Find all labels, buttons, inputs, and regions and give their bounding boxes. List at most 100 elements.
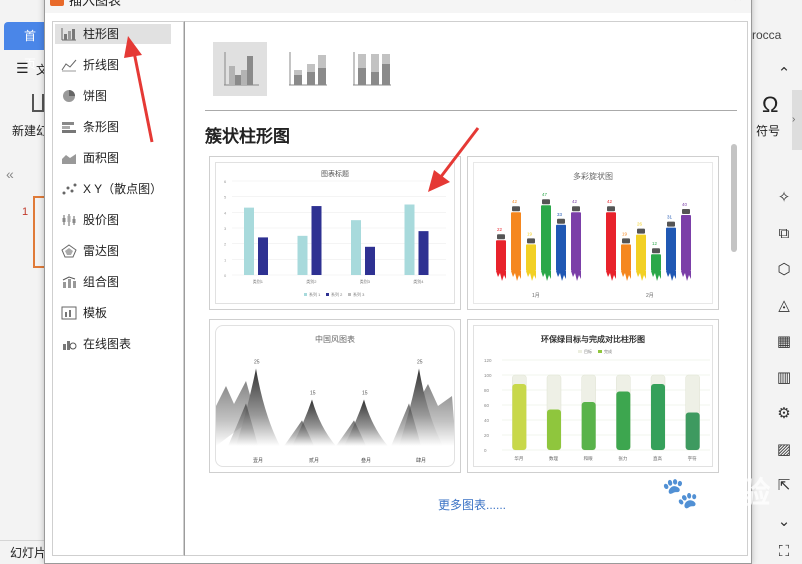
category-label: X Y（散点图） bbox=[83, 182, 163, 196]
collapse-icon[interactable]: « bbox=[6, 166, 14, 182]
bar bbox=[258, 237, 268, 275]
paint-drip bbox=[571, 271, 581, 281]
category-label: 面积图 bbox=[83, 151, 120, 165]
category-item[interactable]: 模板 bbox=[55, 303, 171, 323]
category-item[interactable]: 股价图 bbox=[55, 210, 171, 230]
share-icon[interactable]: ⇱ bbox=[776, 478, 792, 494]
category-item[interactable]: 组合图 bbox=[55, 272, 171, 292]
done-bar bbox=[651, 384, 665, 450]
data-label: 22 bbox=[497, 227, 503, 232]
status-text: 幻灯片 bbox=[10, 546, 47, 560]
paint-drip bbox=[636, 271, 646, 281]
symbol-button[interactable]: 符号 bbox=[756, 122, 780, 139]
tick-label: 1 bbox=[224, 257, 227, 262]
template-chart: 25 壹月 15 贰月 15 叁月 25 肆月 bbox=[216, 360, 454, 464]
divider bbox=[205, 110, 737, 111]
category-item[interactable]: 条形图 bbox=[55, 117, 171, 137]
subtype-percent-stacked-column[interactable] bbox=[345, 42, 399, 96]
data-label: 25 bbox=[254, 360, 260, 366]
category-label: 类别3 bbox=[360, 278, 371, 284]
chevron-down-icon[interactable]: ⌄ bbox=[776, 514, 792, 530]
legend-label: 目标 bbox=[584, 348, 592, 354]
data-label: 12 bbox=[652, 241, 658, 246]
category-label: 在线图表 bbox=[83, 337, 132, 351]
ribbon-scroll-right[interactable]: › bbox=[792, 90, 802, 150]
watermark-url: jingyan.baidu.com bbox=[622, 528, 719, 542]
category-item[interactable]: 柱形图 bbox=[55, 24, 171, 44]
legend-swatch bbox=[578, 350, 582, 353]
user-label: rocca bbox=[752, 28, 782, 42]
fill-icon[interactable]: ◬ bbox=[776, 298, 792, 314]
paint-drip bbox=[606, 271, 616, 281]
dialog-title: 插入图表 bbox=[69, 0, 122, 8]
section-title: 簇状柱形图 bbox=[205, 127, 290, 146]
chart-icon[interactable]: ▥ bbox=[776, 370, 792, 386]
category-item[interactable]: 在线图表 bbox=[55, 334, 171, 354]
scrollbar-thumb[interactable] bbox=[731, 144, 737, 252]
paint-drip bbox=[681, 271, 691, 281]
shape-icon[interactable]: ⬡ bbox=[776, 262, 792, 278]
template-green-target[interactable]: 环保绿目标与完成对比柱形图 0 20 40 60 80 100 120 目标 完成 华月 数理 和眼张… bbox=[467, 319, 719, 473]
tick-label: 5 bbox=[224, 195, 227, 200]
subtype-stacked-column[interactable] bbox=[281, 42, 335, 96]
image-icon[interactable]: ▨ bbox=[776, 442, 792, 458]
category-item[interactable]: X Y（散点图） bbox=[55, 179, 171, 199]
data-label: 42 bbox=[512, 199, 518, 204]
done-bar bbox=[512, 384, 527, 450]
template-chart: 0 20 40 60 80 100 120 目标 完成华月 数理 和眼 张力 直高 字符 bbox=[484, 348, 710, 462]
pie-chart-icon bbox=[61, 89, 77, 103]
sparkle-icon[interactable]: ✧ bbox=[776, 190, 792, 206]
template-colorful-paint[interactable]: 多彩旋状图 22 42 19 47 33 42 42 19 26 12 31 40 1月 2月 bbox=[467, 156, 719, 310]
bar bbox=[365, 246, 375, 275]
category-label: 叁月 bbox=[361, 457, 371, 464]
brush-head bbox=[637, 228, 645, 234]
bar bbox=[244, 207, 254, 275]
tick-label: 6 bbox=[224, 179, 227, 184]
category-label: 饼图 bbox=[83, 89, 108, 103]
category-label: 类别1 bbox=[253, 278, 264, 284]
template-preview: 图表标题 0 1 2 3 4 5 6 类别1 类别2 类别3 类别4 系列 1 系列 2 系列 3 bbox=[215, 162, 455, 304]
done-bar bbox=[616, 391, 631, 450]
more-charts-link[interactable]: 更多图表...... bbox=[438, 496, 506, 513]
template-chinese-style[interactable]: 中国风图表 25 壹月 15 贰月 15 叁月 25 肆月 bbox=[209, 319, 461, 473]
grid-icon[interactable]: ▦ bbox=[776, 334, 792, 350]
close-icon[interactable]: × bbox=[733, 0, 743, 7]
category-label: 字符 bbox=[688, 455, 697, 462]
paint-drip bbox=[666, 271, 676, 281]
data-label: 15 bbox=[362, 391, 368, 397]
omega-icon[interactable]: Ω bbox=[762, 92, 778, 118]
bar bbox=[311, 206, 322, 275]
menu-icon[interactable]: ☰ bbox=[16, 60, 29, 77]
data-label: 31 bbox=[667, 215, 673, 220]
chevron-up-icon[interactable]: ⌃ bbox=[776, 66, 792, 82]
category-item[interactable]: 饼图 bbox=[55, 86, 171, 106]
done-bar bbox=[547, 409, 561, 450]
slide-number: 1 bbox=[22, 206, 29, 218]
category-label: 股价图 bbox=[83, 213, 120, 227]
paint-bar bbox=[541, 205, 551, 271]
category-item[interactable]: 雷达图 bbox=[55, 241, 171, 261]
paint-bar bbox=[526, 244, 536, 271]
template-preview: 多彩旋状图 22 42 19 47 33 42 42 19 26 12 31 40 1月 2月 bbox=[473, 162, 713, 304]
settings-icon[interactable]: ⚙ bbox=[776, 406, 792, 422]
tab-home[interactable]: 首页 bbox=[4, 22, 46, 71]
paint-bar bbox=[606, 212, 616, 271]
tick-label: 20 bbox=[484, 433, 490, 438]
paint-drip bbox=[526, 271, 536, 281]
paint-bar bbox=[651, 254, 661, 271]
category-item[interactable]: 面积图 bbox=[55, 148, 171, 168]
data-label: 40 bbox=[682, 202, 688, 207]
subtype-clustered-column[interactable] bbox=[213, 42, 267, 96]
brush-head bbox=[557, 218, 565, 224]
tick-label: 80 bbox=[484, 388, 490, 393]
category-label: 肆月 bbox=[416, 457, 426, 464]
data-label: 19 bbox=[622, 231, 628, 236]
copy-icon[interactable]: ⧉ bbox=[776, 226, 792, 242]
done-bar bbox=[685, 412, 700, 450]
template-clustered-column[interactable]: 图表标题 0 1 2 3 4 5 6 类别1 类别2 类别3 类别4 系列 1 系列 2 系列 3 bbox=[209, 156, 461, 310]
new-slide-button[interactable]: 新建幻 bbox=[12, 122, 48, 139]
axis-label: 2月 bbox=[646, 293, 654, 299]
category-item[interactable]: 折线图 bbox=[55, 55, 171, 75]
new-slide-icon[interactable] bbox=[32, 94, 44, 112]
fullscreen-icon[interactable]: ⛶ bbox=[776, 544, 792, 560]
